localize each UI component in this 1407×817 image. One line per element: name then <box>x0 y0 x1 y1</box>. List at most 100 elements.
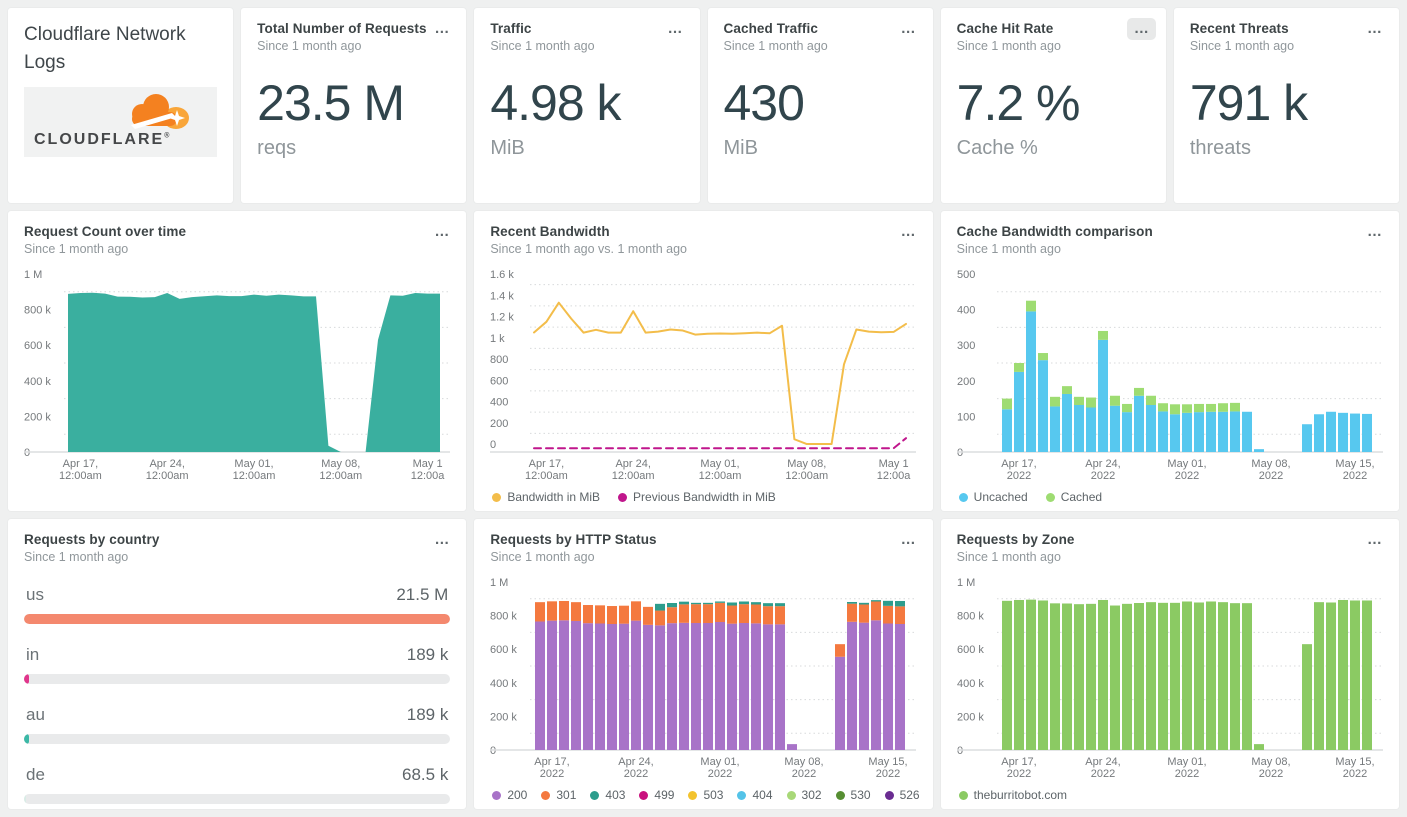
stat-unit: MiB <box>490 136 525 159</box>
registered-mark: ® <box>164 132 172 140</box>
panel-cache-bandwidth: Cache Bandwidth comparison Since 1 month… <box>940 211 1399 511</box>
panel-title: Request Count over time <box>24 224 187 239</box>
svg-text:400 k: 400 k <box>490 678 517 690</box>
panel-menu-button[interactable]: … <box>661 18 690 40</box>
svg-text:1.6 k: 1.6 k <box>490 269 514 281</box>
country-label: de <box>26 765 45 784</box>
svg-text:12:00am: 12:00am <box>612 470 655 482</box>
svg-text:600 k: 600 k <box>24 340 51 352</box>
country-value: 68.5 k <box>402 765 449 784</box>
svg-text:800 k: 800 k <box>24 305 51 317</box>
panel-menu-button[interactable]: … <box>894 18 923 40</box>
legend-item-Bandwidth in MiB[interactable]: Bandwidth in MiB <box>492 490 600 504</box>
panel-cached-traffic: Cached Traffic Since 1 month ago … 430 M… <box>707 8 933 203</box>
svg-text:May 01,: May 01, <box>234 458 273 470</box>
svg-text:0: 0 <box>957 745 963 757</box>
cloudflare-brand-text: CLOUDFLARE <box>34 131 165 149</box>
svg-text:May 15,: May 15, <box>869 756 908 768</box>
http-status-chart[interactable]: 1 M 800 k 600 k 400 k 200 k 0 Apr 17, 2022 Apr 2… <box>490 574 917 780</box>
svg-text:2022: 2022 <box>792 768 816 780</box>
svg-text:12:00am: 12:00am <box>525 470 568 482</box>
panel-title: Total Number of Requests <box>257 21 427 36</box>
panel-title: Cache Bandwidth comparison <box>956 224 1153 239</box>
legend-dot <box>492 790 502 800</box>
country-row-au[interactable]: au 189 k <box>24 705 451 744</box>
svg-text:2022: 2022 <box>708 768 732 780</box>
country-row-in[interactable]: in 189 k <box>24 645 451 684</box>
panel-menu-button[interactable]: … <box>1360 529 1389 551</box>
legend-dot <box>835 790 845 800</box>
cloudflare-wordmark: CLOUDFLARE® <box>34 131 171 149</box>
request-count-chart[interactable]: 1 M 800 k 600 k 400 k 200 k 0 Apr 17, 12:00am Ap… <box>24 266 450 482</box>
svg-text:2022: 2022 <box>1258 470 1282 482</box>
svg-text:2022: 2022 <box>1342 768 1366 780</box>
panel-menu-button[interactable]: … <box>427 529 456 551</box>
panel-title: Traffic <box>490 21 532 36</box>
http-status-legend: 200301403499503404302530526524 <box>490 780 920 802</box>
svg-text:2022: 2022 <box>540 768 564 780</box>
cache-bandwidth-chart[interactable]: 500 400 300 200 100 0 Apr 17, 2022 Apr 24, 2022 Ma… <box>956 266 1383 482</box>
svg-text:0: 0 <box>957 447 963 459</box>
svg-text:May 1: May 1 <box>413 458 443 470</box>
legend-dot <box>590 790 600 800</box>
legend-item-499[interactable]: 499 <box>639 788 674 802</box>
panel-menu-button[interactable]: … <box>427 221 456 243</box>
legend-item-404[interactable]: 404 <box>737 788 773 802</box>
legend-item-503[interactable]: 503 <box>688 788 723 802</box>
stat-value: 791 k <box>1189 75 1308 131</box>
svg-text:Apr 24,: Apr 24, <box>1085 756 1120 768</box>
country-bar-fill <box>24 794 27 804</box>
panel-menu-button[interactable]: … <box>1360 221 1389 243</box>
svg-text:500: 500 <box>957 269 975 281</box>
stat-unit: Cache % <box>956 136 1038 159</box>
panel-subtitle: Since 1 month ago vs. 1 month ago <box>490 242 687 256</box>
legend-item-theburritobot.com[interactable]: theburritobot.com <box>958 788 1067 802</box>
svg-text:1 M: 1 M <box>24 269 42 281</box>
country-row-de[interactable]: de 68.5 k <box>24 765 451 804</box>
legend-item-200[interactable]: 200 <box>492 788 527 802</box>
recent-bandwidth-chart[interactable]: 1.6 k 1.4 k 1.2 k1 k 800 600 400 200 0 Apr 17, 12… <box>490 266 917 482</box>
country-label: us <box>26 585 44 604</box>
country-bar-track <box>24 674 451 684</box>
legend-dot <box>688 790 698 800</box>
svg-text:May 08,: May 08, <box>1251 756 1290 768</box>
panel-subtitle: Since 1 month ago <box>956 550 1061 564</box>
legend-item-Cached[interactable]: Cached <box>1045 490 1102 504</box>
panel-subtitle: Since 1 month ago <box>490 39 595 53</box>
svg-text:May 1: May 1 <box>879 458 909 470</box>
svg-text:200 k: 200 k <box>24 411 51 423</box>
legend-dot <box>541 790 551 800</box>
legend-item-301[interactable]: 301 <box>541 788 576 802</box>
country-value: 21.5 M <box>396 585 449 604</box>
svg-text:Apr 17,: Apr 17, <box>529 458 564 470</box>
legend-item-530[interactable]: 530 <box>835 788 871 802</box>
panel-menu-button[interactable]: … <box>1360 18 1389 40</box>
panel-cache-hit-rate: Cache Hit Rate Since 1 month ago … 7.2 %… <box>940 8 1166 203</box>
stat-value: 430 <box>723 75 805 131</box>
svg-text:12:00am: 12:00am <box>233 470 276 482</box>
panel-request-count: Request Count over time Since 1 month ag… <box>8 211 467 511</box>
legend-item-403[interactable]: 403 <box>590 788 625 802</box>
panel-menu-button[interactable]: … <box>894 221 923 243</box>
panel-title: Requests by country <box>24 532 160 547</box>
stat-value: 23.5 M <box>257 75 405 131</box>
svg-text:2022: 2022 <box>624 768 648 780</box>
legend-item-302[interactable]: 302 <box>786 788 822 802</box>
legend-item-Previous Bandwidth in MiB[interactable]: Previous Bandwidth in MiB <box>618 490 776 504</box>
svg-text:200: 200 <box>957 376 975 388</box>
panel-title: Cache Hit Rate <box>956 21 1054 36</box>
svg-text:1 k: 1 k <box>490 333 505 345</box>
panel-requests-by-country: Requests by country Since 1 month ago … … <box>8 519 467 809</box>
legend-item-Uncached[interactable]: Uncached <box>958 490 1028 504</box>
panel-title: Recent Bandwidth <box>490 224 610 239</box>
legend-item-526[interactable]: 526 <box>884 788 920 802</box>
country-label: in <box>26 645 40 664</box>
country-value: 189 k <box>406 645 449 664</box>
panel-requests-by-zone: Requests by Zone Since 1 month ago … 1 M… <box>940 519 1399 809</box>
panel-menu-button[interactable]: … <box>1126 18 1156 40</box>
country-row-us[interactable]: us 21.5 M <box>24 585 451 624</box>
svg-text:100: 100 <box>957 411 975 423</box>
panel-menu-button[interactable]: … <box>427 18 456 40</box>
panel-menu-button[interactable]: … <box>894 529 923 551</box>
zone-chart[interactable]: 1 M 800 k 600 k 400 k 200 k 0 Apr 17, 2022 Apr 2… <box>956 574 1383 780</box>
